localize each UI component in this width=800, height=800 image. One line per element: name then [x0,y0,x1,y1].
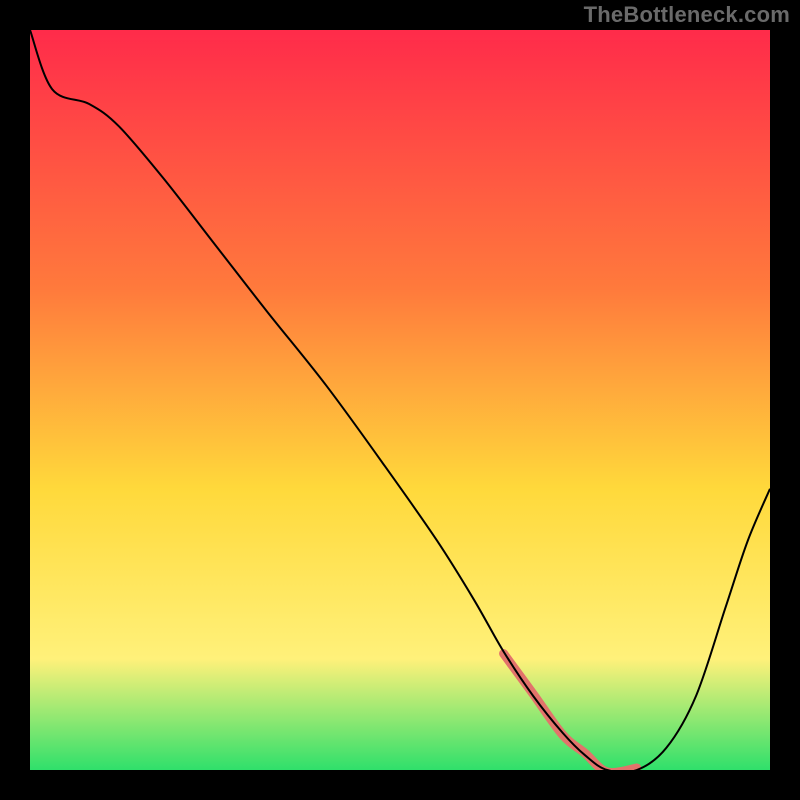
chart-svg [30,30,770,770]
chart-frame: TheBottleneck.com [0,0,800,800]
gradient-background [30,30,770,770]
plot-area [30,30,770,770]
watermark-text: TheBottleneck.com [584,2,790,28]
